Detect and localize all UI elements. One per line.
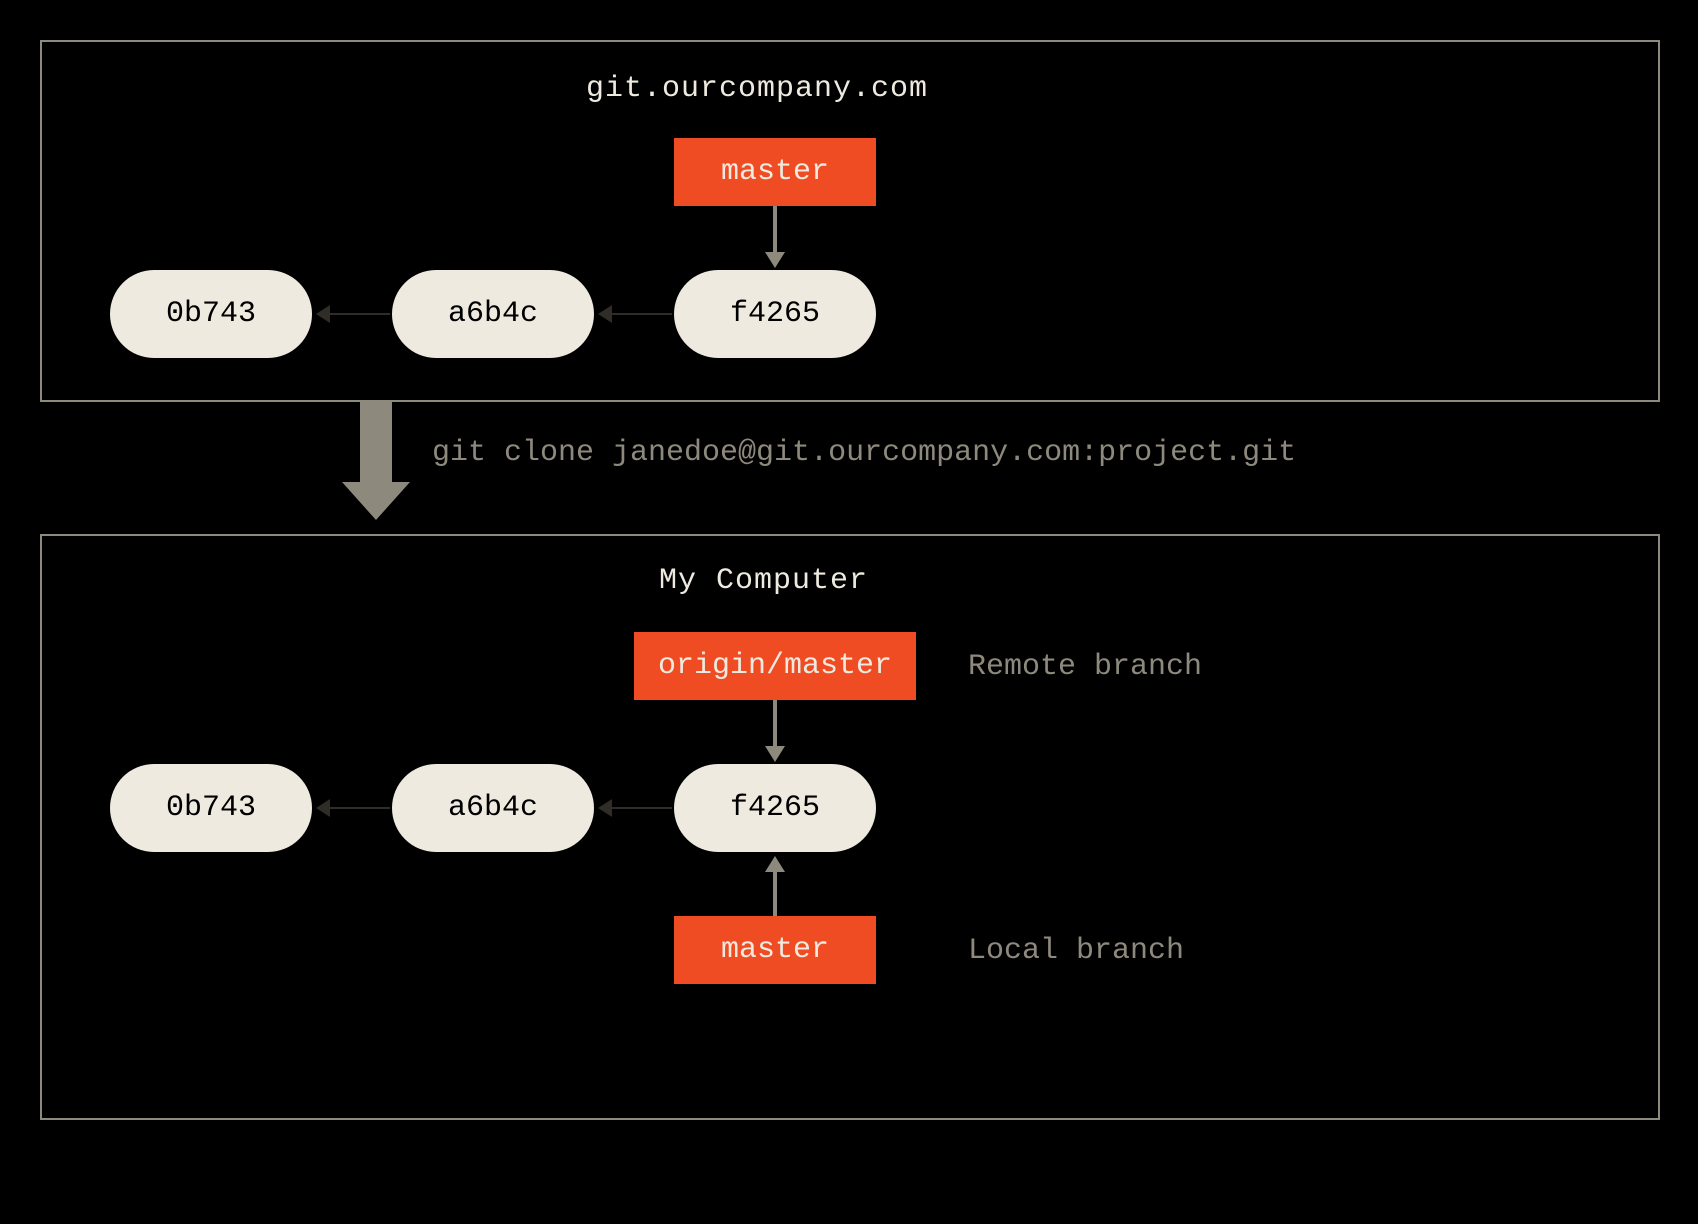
remote-commit-1: a6b4c bbox=[392, 270, 594, 358]
remote-branch-label: Remote branch bbox=[968, 650, 1202, 684]
clone-command: git clone janedoe@git.ourcompany.com:pro… bbox=[432, 436, 1296, 470]
arrow-remote-c1-to-c0 bbox=[328, 313, 390, 315]
clone-arrow-stem bbox=[360, 402, 392, 482]
local-commit-0: 0b743 bbox=[110, 764, 312, 852]
remote-title: git.ourcompany.com bbox=[586, 72, 928, 106]
arrow-remote-c2-to-c1 bbox=[610, 313, 672, 315]
arrow-local-c2-to-c1 bbox=[610, 807, 672, 809]
local-branch-label: Local branch bbox=[968, 934, 1184, 968]
remote-commit-2: f4265 bbox=[674, 270, 876, 358]
arrow-remote-master-to-commit bbox=[773, 206, 777, 254]
local-remote-tracking-branch: origin/master bbox=[634, 632, 916, 700]
local-branch-master: master bbox=[674, 916, 876, 984]
remote-commit-0: 0b743 bbox=[110, 270, 312, 358]
arrow-local-master-to-commit bbox=[773, 870, 777, 916]
arrow-local-c1-to-c0 bbox=[328, 807, 390, 809]
remote-branch-master: master bbox=[674, 138, 876, 206]
arrow-origin-master-to-commit bbox=[773, 700, 777, 748]
local-title: My Computer bbox=[659, 564, 868, 598]
diagram-canvas: git.ourcompany.com master 0b743 a6b4c f4… bbox=[0, 0, 1698, 1224]
clone-arrow-head-icon bbox=[342, 482, 410, 520]
local-commit-1: a6b4c bbox=[392, 764, 594, 852]
local-commit-2: f4265 bbox=[674, 764, 876, 852]
